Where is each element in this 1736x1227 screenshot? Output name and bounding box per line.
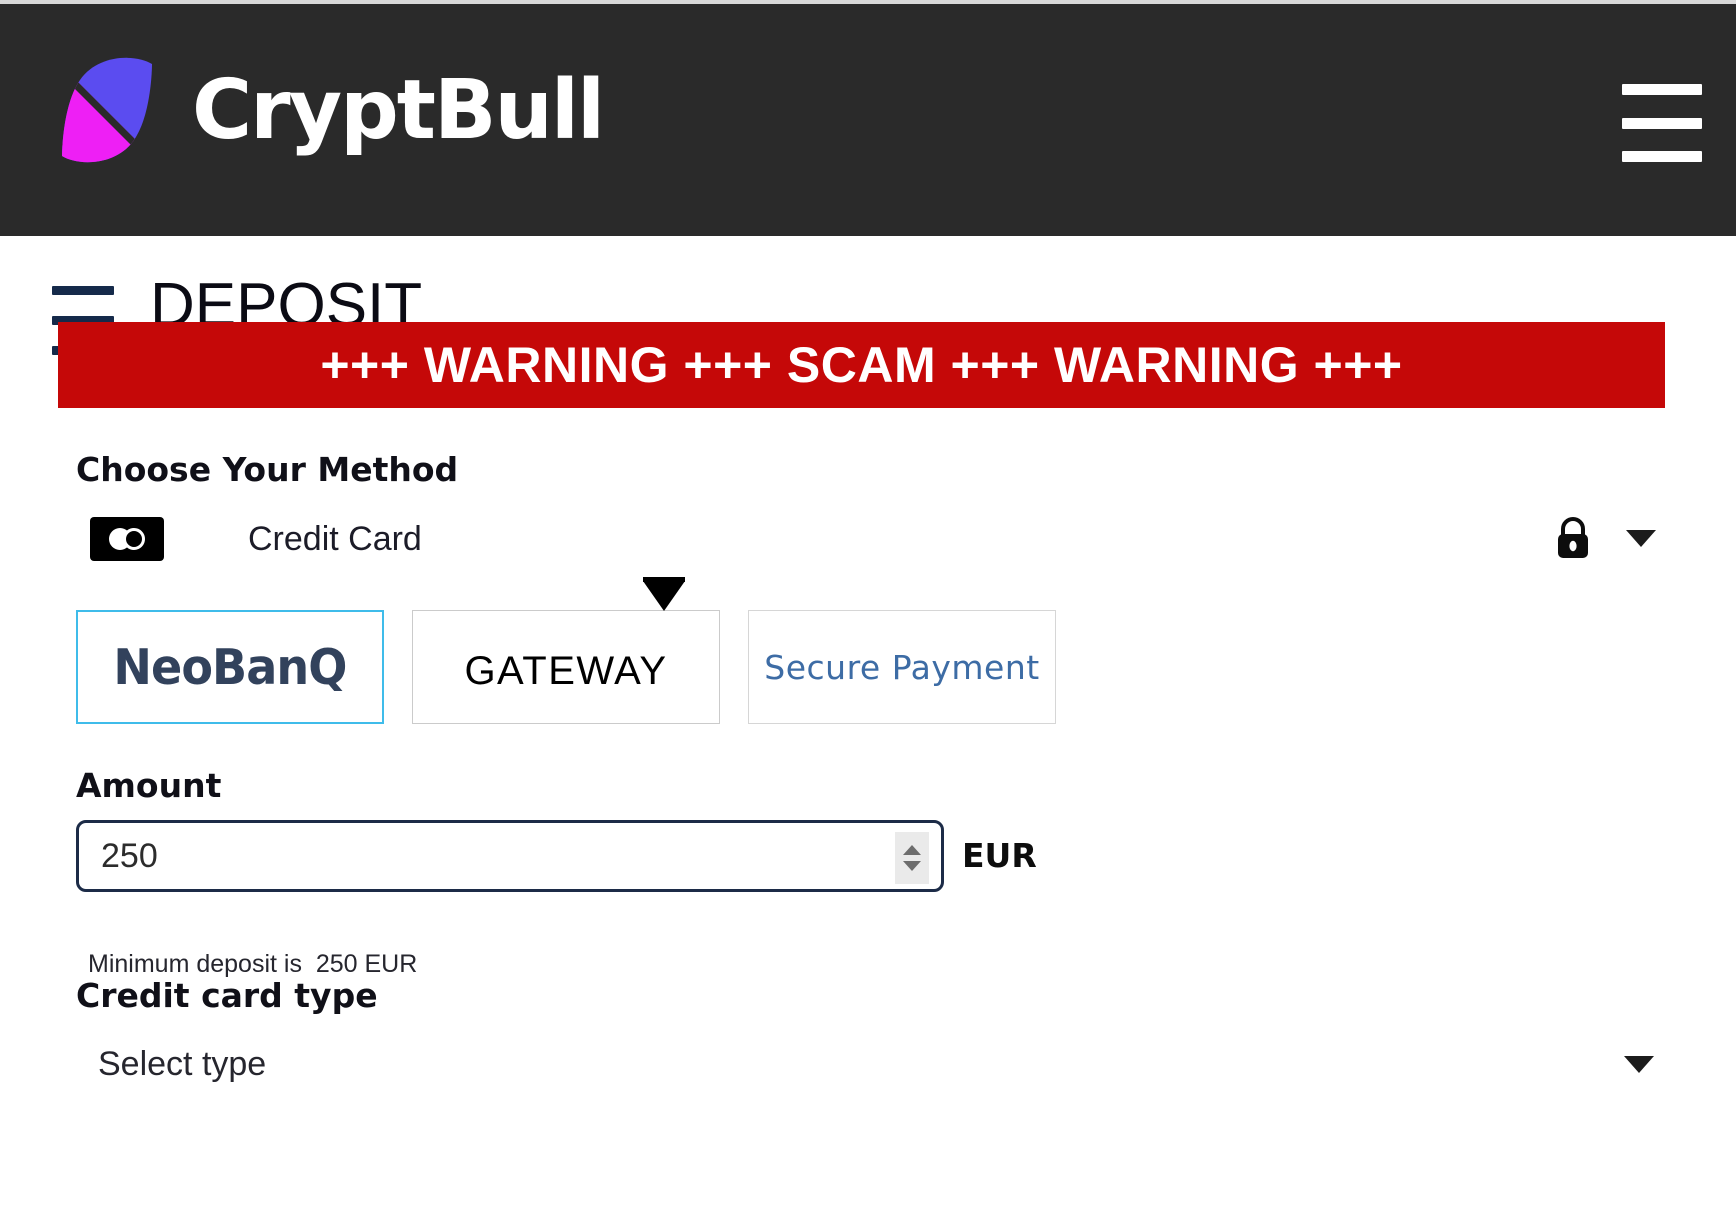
scam-warning-text: +++ WARNING +++ SCAM +++ WARNING +++ bbox=[320, 337, 1403, 393]
select-chevron-down-icon[interactable] bbox=[1624, 1056, 1654, 1073]
amount-label: Amount bbox=[76, 766, 222, 805]
amount-field-wrapper: 250 bbox=[76, 820, 944, 892]
provider-gateway-label: GATEWAY bbox=[464, 648, 668, 693]
method-chevron-down-icon[interactable] bbox=[1626, 530, 1656, 547]
payment-method-selector[interactable]: Credit Card bbox=[76, 512, 1656, 570]
minimum-deposit-hint: Minimum deposit is 250 EUR bbox=[88, 950, 418, 978]
site-header: CryptBull bbox=[0, 4, 1736, 236]
hamburger-bar-2 bbox=[1622, 117, 1702, 129]
credit-card-type-select[interactable]: Select type bbox=[76, 1036, 1656, 1096]
lock-icon bbox=[1551, 515, 1595, 561]
provider-secure-payment[interactable]: Secure Payment bbox=[748, 610, 1056, 724]
provider-neobanq-label: NeoBanQ bbox=[113, 638, 347, 696]
amount-value: 250 bbox=[101, 836, 158, 875]
deposit-page: CryptBull DEPOSIT +++ WARNING +++ SCAM +… bbox=[0, 0, 1736, 1227]
credit-card-icon bbox=[90, 517, 164, 561]
currency-label: EUR bbox=[962, 836, 1037, 875]
payment-provider-list: NeoBanQ GATEWAY Secure Payment bbox=[76, 577, 1056, 724]
brand-logo[interactable]: CryptBull bbox=[48, 52, 605, 170]
dash-1 bbox=[52, 286, 114, 295]
brand-name: CryptBull bbox=[192, 63, 605, 158]
stepper-down-icon[interactable] bbox=[903, 861, 921, 871]
provider-secure-payment-label: Secure Payment bbox=[764, 647, 1040, 687]
credit-card-type-value: Select type bbox=[98, 1045, 267, 1083]
hamburger-bar-3 bbox=[1622, 151, 1702, 162]
card-circle-right bbox=[123, 528, 145, 550]
provider-neobanq[interactable]: NeoBanQ bbox=[76, 610, 384, 724]
provider-gateway[interactable]: GATEWAY bbox=[412, 577, 720, 724]
selected-method-label: Credit Card bbox=[248, 520, 422, 558]
hamburger-bar-1 bbox=[1622, 84, 1702, 95]
scam-warning-banner: +++ WARNING +++ SCAM +++ WARNING +++ bbox=[58, 322, 1665, 408]
choose-method-label: Choose Your Method bbox=[76, 450, 459, 489]
amount-stepper[interactable] bbox=[895, 832, 929, 884]
gateway-triangle-icon bbox=[643, 577, 685, 611]
hamburger-menu-icon[interactable] bbox=[1622, 84, 1702, 162]
credit-card-type-label: Credit card type bbox=[76, 976, 378, 1015]
amount-input[interactable]: 250 bbox=[76, 820, 944, 892]
stepper-up-icon[interactable] bbox=[903, 845, 921, 855]
cryptbull-leaf-icon bbox=[48, 52, 166, 170]
